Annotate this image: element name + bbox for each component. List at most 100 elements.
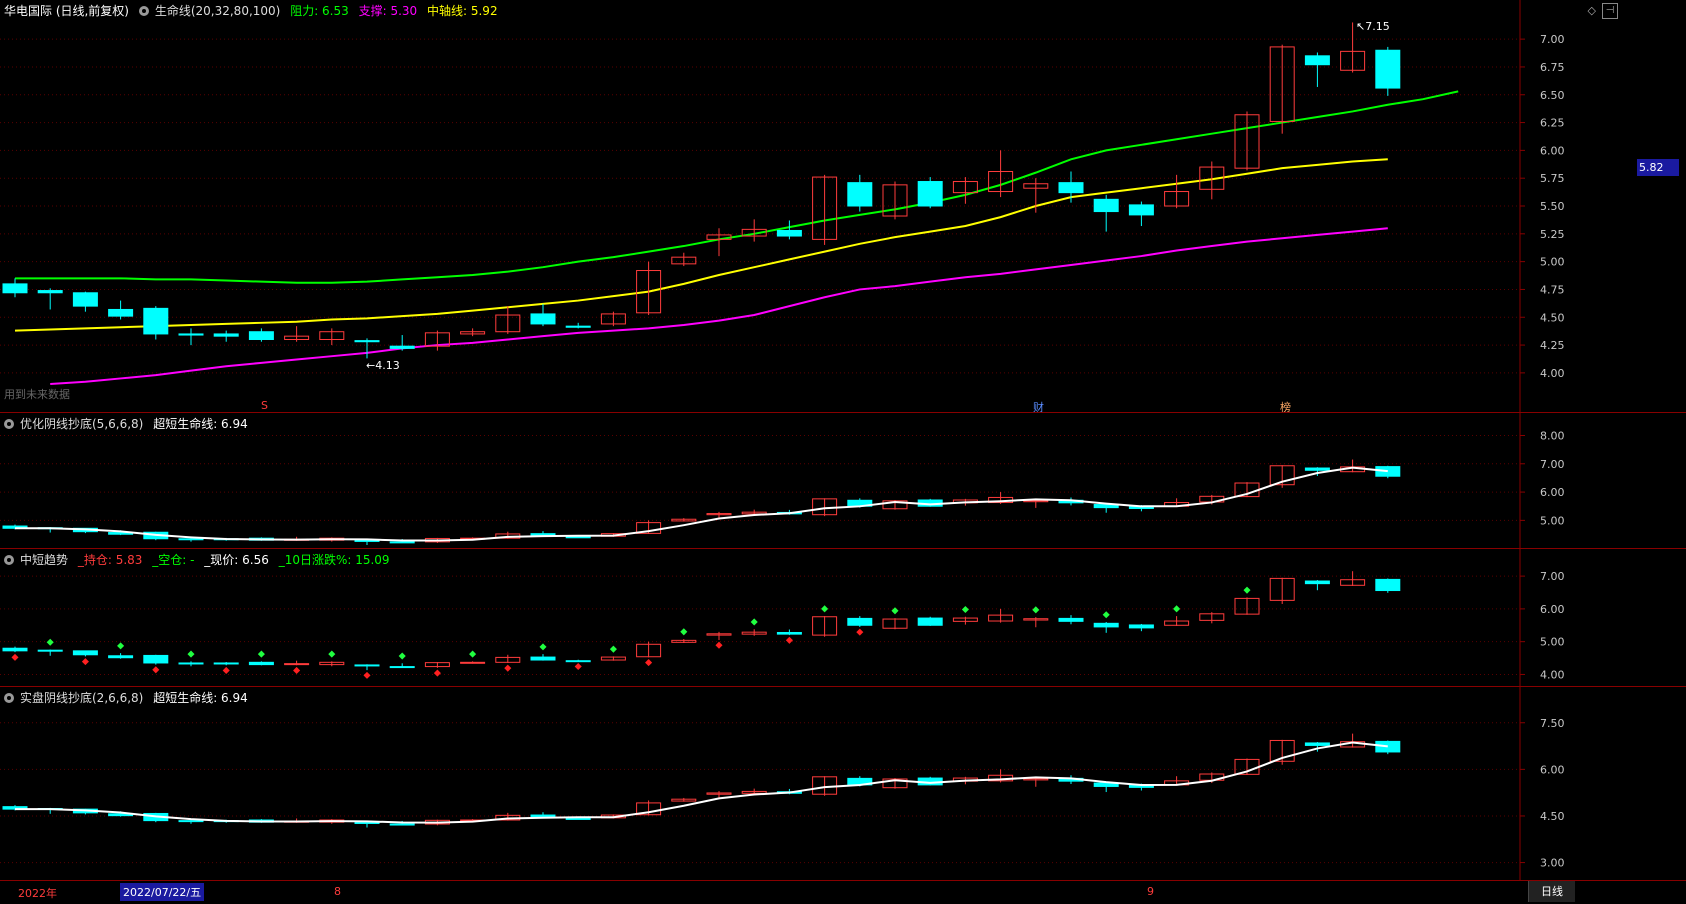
sell-dot (222, 666, 230, 674)
main-candlestick-chart[interactable]: 7.00 6.75 6.50 6.25 6.00 5.75 5.50 5.25 5.00 4.75… (0, 0, 1686, 412)
buy-dot (1173, 605, 1181, 613)
candle (1269, 577, 1295, 604)
candle (460, 661, 486, 664)
candle (37, 649, 63, 656)
candle (917, 616, 943, 626)
candle (108, 653, 134, 659)
settings-icon[interactable] (4, 693, 14, 703)
candle (1375, 46, 1401, 96)
pane2-chart[interactable]: 8.00 7.00 6.00 5.00 (0, 413, 1686, 549)
candle (72, 291, 98, 312)
month-9-label: 9 (1147, 885, 1154, 898)
candle-body (847, 182, 873, 207)
y-tick-label: 4.75 (1540, 283, 1565, 296)
y-tick-label: 6.00 (1540, 763, 1565, 776)
candle (213, 661, 239, 666)
month-8-label: 8 (334, 885, 341, 898)
candle (776, 220, 802, 240)
candle-body (917, 617, 943, 626)
candle (636, 641, 662, 658)
sell-dot (363, 671, 371, 679)
indicator-pane-3[interactable]: 7.00 6.00 5.00 4.00 中短趋势 _持仓: 5.83 _空仓: - _… (0, 548, 1686, 687)
period-button[interactable]: 日线 (1528, 881, 1575, 902)
candle-body (37, 649, 63, 652)
candle-body (178, 538, 204, 541)
y-tick-label: 5.75 (1540, 172, 1565, 185)
high-price-label: 7.15 (1365, 20, 1390, 33)
candle-body (143, 654, 169, 664)
y-tick-label: 3.00 (1540, 857, 1565, 870)
candle-body (530, 656, 556, 661)
buy-dot (1243, 586, 1251, 594)
collapse-button[interactable]: ⊣ (1602, 3, 1618, 19)
candle (1304, 52, 1330, 87)
candle (1128, 201, 1154, 227)
candle-body (1128, 624, 1154, 629)
buy-dot (187, 650, 195, 658)
settings-icon[interactable] (138, 6, 149, 16)
buy-dot (398, 652, 406, 660)
low-price-annotation: ←4.13 (366, 359, 400, 372)
y-tick-label: 7.00 (1540, 458, 1565, 471)
candle-body (1093, 198, 1119, 213)
main-chart-pane[interactable]: 7.00 6.75 6.50 6.25 6.00 5.75 5.50 5.25 5.00 4.75… (0, 0, 1686, 414)
candle (847, 174, 873, 212)
candle (1375, 578, 1401, 593)
candle (213, 330, 239, 342)
candle (1234, 111, 1260, 171)
candle (1058, 171, 1084, 203)
indicator-name[interactable]: 生命线(20,32,80,100) (155, 4, 281, 18)
pane3-chart[interactable]: 7.00 6.00 5.00 4.00 (0, 549, 1686, 687)
candle-body (917, 181, 943, 207)
candle (1199, 612, 1225, 624)
pane4-name[interactable]: 实盘阴线抄底(2,6,6,8) (20, 691, 143, 705)
candle (178, 661, 204, 667)
candle-body (776, 229, 802, 237)
candle-body (284, 663, 310, 666)
candle-body (565, 817, 591, 820)
sell-dot (81, 658, 89, 666)
date-axis[interactable]: 2022年 2022/07/22/五 8 9 日线 (0, 880, 1686, 904)
settings-icon[interactable] (4, 419, 14, 429)
candle-body (1304, 55, 1330, 66)
candle (1164, 174, 1190, 209)
pane2-name[interactable]: 优化阴线抄底(5,6,6,8) (20, 417, 143, 431)
candle-body (530, 313, 556, 325)
candle (1234, 597, 1260, 615)
pane3-name[interactable]: 中短趋势 (20, 553, 68, 567)
candle-body (143, 307, 169, 335)
sell-dot (785, 636, 793, 644)
indicator-pane-2[interactable]: 8.00 7.00 6.00 5.00 优化阴线抄底(5,6,6,8) 超短生命线: … (0, 412, 1686, 549)
year-label: 2022年 (18, 887, 57, 900)
candle (741, 219, 767, 242)
candle (37, 288, 63, 310)
y-tick-label: 5.00 (1540, 636, 1565, 649)
sell-dot (856, 628, 864, 636)
resistance-value: 阻力: 6.53 (290, 4, 349, 18)
candle (1058, 615, 1084, 625)
y-tick-label: 4.25 (1540, 339, 1565, 352)
buy-dot (1032, 606, 1040, 614)
candle (952, 616, 978, 625)
marker-s: S (261, 399, 268, 412)
candle (671, 518, 697, 522)
y-tick-label: 4.50 (1540, 311, 1565, 324)
candle (1093, 622, 1119, 633)
main-header: 华电国际 (日线,前复权) 生命线(20,32,80,100) 阻力: 6.53… (4, 3, 504, 19)
pane4-header: 实盘阴线抄底(2,6,6,8) 超短生命线: 6.94 (4, 690, 254, 706)
settings-icon[interactable] (4, 555, 14, 565)
candle (389, 663, 415, 669)
sell-dot (11, 653, 19, 661)
diamond-icon[interactable]: ◇ (1588, 4, 1596, 17)
pane4-chart[interactable]: 7.50 6.00 4.50 3.00 (0, 687, 1686, 881)
buy-dot (1102, 611, 1110, 619)
candle (988, 608, 1014, 623)
candle (2, 646, 28, 653)
candle (741, 629, 767, 636)
candle (952, 177, 978, 204)
buy-dot (539, 643, 547, 651)
short-life-line (15, 466, 1388, 542)
indicator-pane-4[interactable]: 7.50 6.00 4.50 3.00 实盘阴线抄底(2,6,6,8) 超短生命线: … (0, 686, 1686, 881)
candle-body (108, 655, 134, 659)
candle (143, 306, 169, 340)
